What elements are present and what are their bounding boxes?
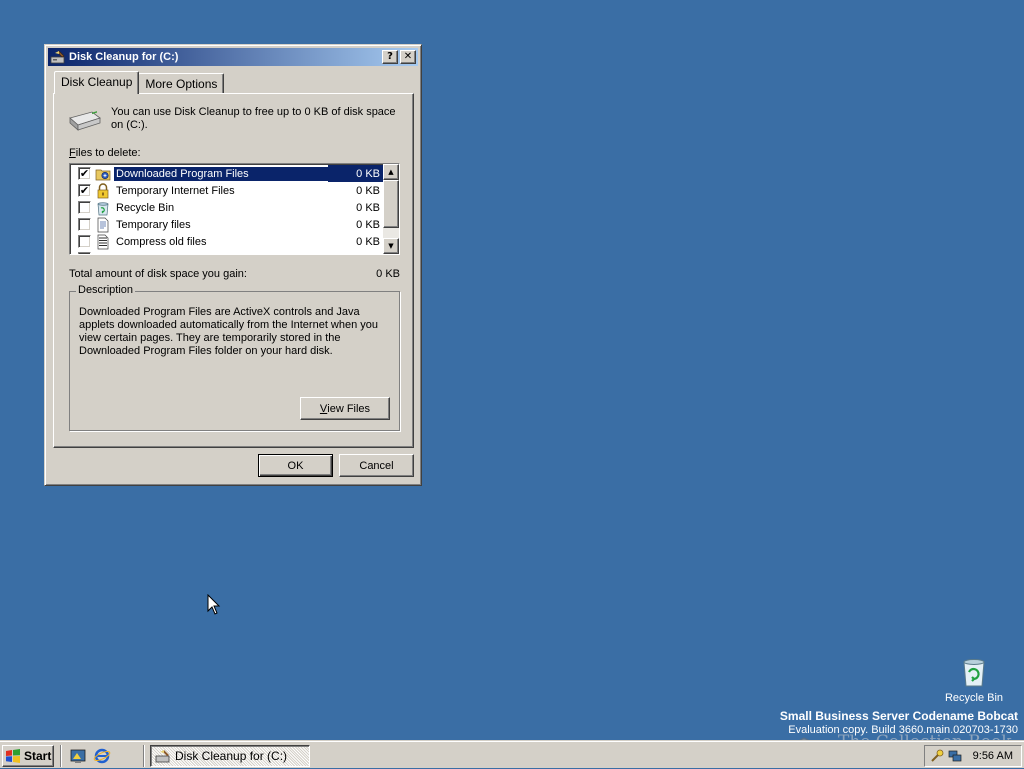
lock-icon (97, 182, 109, 198)
taskbar-separator (143, 745, 145, 767)
list-item-size: 0 KB (356, 201, 380, 214)
scroll-thumb[interactable] (383, 180, 399, 228)
tray-tools-icon[interactable] (929, 748, 945, 764)
tray-network-icon[interactable] (947, 748, 963, 764)
os-watermark-title: Small Business Server Codename Bobcat (779, 709, 1018, 723)
arrow-up-icon: ▲ (388, 168, 394, 176)
close-icon: ✕ (403, 51, 413, 62)
checkbox-recycle-bin[interactable] (78, 201, 91, 214)
cancel-button[interactable]: Cancel (339, 454, 414, 477)
total-space-value: 0 KB (376, 268, 400, 280)
taskbar: Start Disk Cleanup for (C:) 9:56 AM (0, 740, 1024, 768)
list-item-size: 0 KB (356, 235, 380, 248)
windows-logo-icon (6, 749, 20, 763)
mouse-cursor-icon (207, 594, 221, 615)
recycle-bin-icon (963, 659, 985, 687)
scroll-down-button[interactable]: ▼ (383, 238, 399, 254)
compress-icon (97, 234, 109, 249)
check-icon: ✔ (79, 167, 90, 180)
list-item-partial[interactable] (72, 250, 384, 254)
tab-panel-disk-cleanup: You can use Disk Cleanup to free up to 0… (53, 93, 414, 448)
desktop-recycle-bin[interactable]: Recycle Bin (944, 656, 1004, 704)
check-icon: ✔ (79, 184, 90, 197)
view-files-button[interactable]: View Files (300, 397, 390, 420)
arrow-down-icon: ▼ (388, 242, 394, 250)
window-title: Disk Cleanup for (C:) (69, 51, 179, 63)
hard-drive-icon (69, 111, 101, 131)
disk-cleanup-icon (155, 750, 170, 763)
checkbox-partial[interactable] (78, 252, 91, 254)
list-item-label: Recycle Bin (116, 201, 175, 214)
list-item[interactable]: Compress old files 0 KB (72, 233, 384, 250)
start-label: Start (24, 749, 52, 763)
checkbox-compress-old-files[interactable] (78, 235, 91, 248)
files-label-mnemonic: F (69, 147, 76, 159)
view-files-rest: iew Files (327, 402, 371, 415)
list-item-label: Temporary files (116, 218, 191, 231)
list-item-label: Temporary Internet Files (116, 184, 235, 197)
show-desktop-icon[interactable] (69, 747, 87, 765)
ok-button[interactable]: OK (258, 454, 333, 477)
view-files-mnemonic: V (319, 402, 328, 415)
checkbox-temporary-internet-files[interactable]: ✔ (78, 184, 91, 197)
system-tray: 9:56 AM (924, 745, 1022, 767)
recycle-bin-icon (97, 201, 109, 215)
close-button[interactable]: ✕ (400, 50, 416, 64)
description-group: Description Downloaded Program Files are… (69, 284, 400, 431)
list-scrollbar[interactable]: ▲ ▼ (383, 164, 399, 254)
intro-text: You can use Disk Cleanup to free up to 0… (111, 106, 396, 131)
clock[interactable]: 9:56 AM (973, 750, 1013, 762)
scroll-up-button[interactable]: ▲ (383, 164, 399, 180)
list-item[interactable]: ✔ Temporary Internet Files 0 KB (72, 182, 384, 199)
description-title: Description (76, 284, 136, 296)
list-item-size: 0 KB (356, 184, 380, 197)
task-button-disk-cleanup[interactable]: Disk Cleanup for (C:) (150, 745, 310, 767)
tab-disk-cleanup[interactable]: Disk Cleanup (54, 71, 140, 94)
list-item[interactable]: Temporary files 0 KB (72, 216, 384, 233)
document-icon (97, 217, 109, 232)
start-button[interactable]: Start (2, 745, 54, 767)
task-button-label: Disk Cleanup for (C:) (175, 749, 288, 763)
list-item[interactable]: ✔ Downloaded Program Files 0 KB (72, 165, 384, 182)
checkbox-downloaded-program-files[interactable]: ✔ (78, 167, 91, 180)
files-label-rest: iles to delete: (75, 147, 141, 159)
list-item-size: 0 KB (356, 167, 380, 180)
tab-more-options[interactable]: More Options (138, 73, 225, 93)
help-button[interactable]: ? (382, 50, 398, 64)
list-item[interactable]: Recycle Bin 0 KB (72, 199, 384, 216)
disk-cleanup-icon (50, 50, 65, 64)
list-item-label: Downloaded Program Files (114, 166, 358, 181)
title-bar[interactable]: Disk Cleanup for (C:) ? ✕ (48, 48, 418, 66)
checkbox-temporary-files[interactable] (78, 218, 91, 231)
disk-cleanup-window: Disk Cleanup for (C:) ? ✕ Disk Cleanup M… (44, 44, 422, 486)
recycle-bin-label: Recycle Bin (944, 692, 1004, 704)
tab-strip: Disk Cleanup More Options (54, 71, 225, 94)
list-item-label: Compress old files (116, 235, 207, 248)
folder-download-icon (95, 169, 111, 180)
files-list[interactable]: ✔ Downloaded Program Files 0 KB ✔ Tempor… (69, 163, 400, 255)
os-watermark-build: Evaluation copy. Build 3660.main.020703-… (788, 724, 1018, 736)
internet-explorer-icon[interactable] (93, 747, 111, 765)
description-text: Downloaded Program Files are ActiveX con… (79, 306, 379, 357)
taskbar-separator (60, 745, 62, 767)
files-to-delete-label: Files to delete: (69, 147, 141, 159)
list-item-size: 0 KB (356, 218, 380, 231)
total-space-label: Total amount of disk space you gain: (69, 268, 247, 280)
